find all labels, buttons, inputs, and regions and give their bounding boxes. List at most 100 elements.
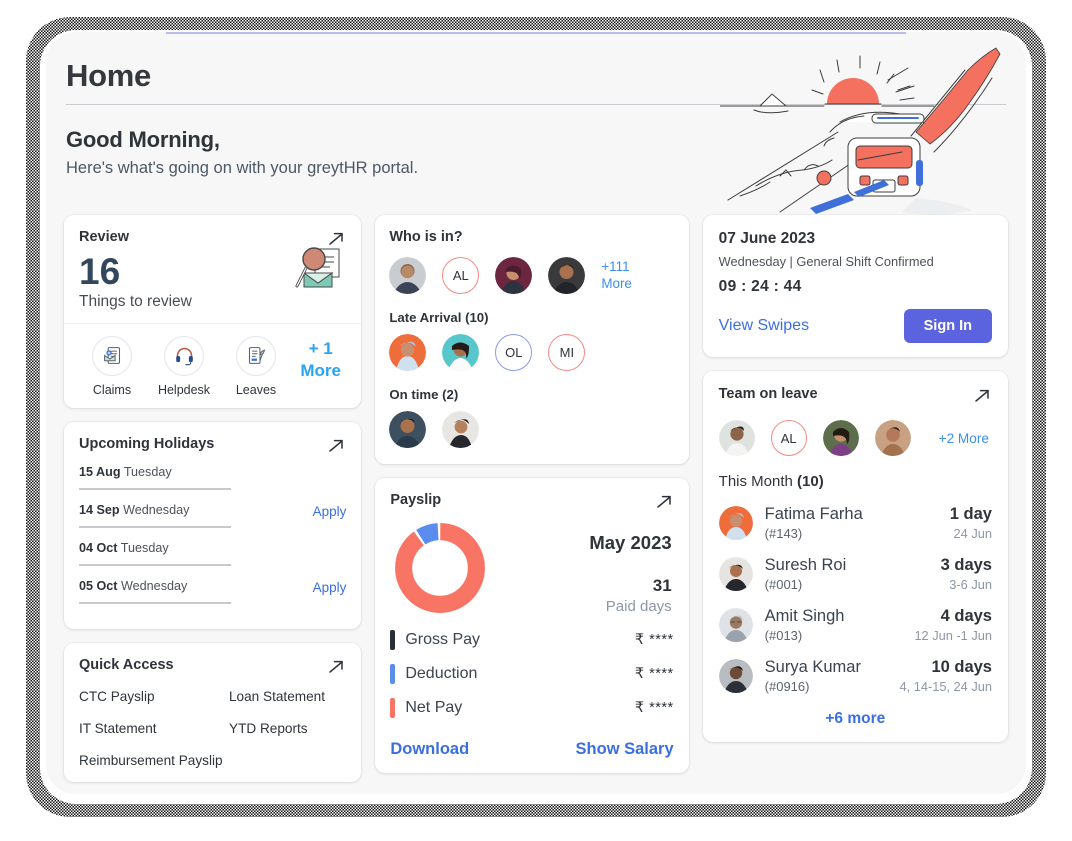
- quick-access-column-right: Loan Statement YTD Reports: [229, 689, 346, 768]
- team-on-leave-header: Team on leave: [719, 386, 992, 406]
- who-is-in-title: Who is in?: [389, 229, 463, 245]
- team-on-leave-month-label: This Month: [718, 473, 793, 490]
- arrow-up-right-icon[interactable]: [326, 436, 346, 456]
- team-on-leave-month-count: (10): [797, 473, 824, 490]
- team-on-leave-dates: 4, 14-15, 24 Jun: [899, 679, 992, 694]
- panel-top-accent: [166, 32, 906, 34]
- review-more-count: + 1: [308, 338, 333, 358]
- team-on-leave-row[interactable]: Fatima Farha (#143) 1 day 24 Jun: [718, 505, 992, 541]
- holiday-day-value: Tuesday: [120, 540, 169, 555]
- team-on-leave-row[interactable]: Surya Kumar (#0916) 10 days 4, 14-15, 24…: [718, 658, 992, 694]
- legend-swatch-gross-pay: [390, 630, 396, 650]
- team-on-leave-duration: 4 days 12 Jun -1 Jun: [914, 607, 992, 643]
- review-card: Review 16 Things to review Claims Helpde…: [64, 215, 362, 408]
- team-on-leave-dates: 3-6 Jun: [949, 577, 992, 592]
- who-is-in-more-link[interactable]: +111 More: [601, 259, 632, 293]
- download-link[interactable]: Download: [390, 740, 469, 759]
- shortcut-claims[interactable]: Claims: [76, 335, 148, 397]
- team-on-leave-name: Suresh Roi: [764, 556, 847, 575]
- team-on-leave-more-link[interactable]: +2 More: [939, 431, 989, 446]
- review-card-top: Review 16 Things to review: [64, 215, 361, 323]
- avatar[interactable]: [718, 420, 755, 456]
- review-more-button[interactable]: + 1 More: [292, 336, 349, 383]
- avatar: [718, 506, 753, 540]
- quick-access-link-ctc-payslip[interactable]: CTC Payslip: [79, 689, 229, 704]
- quick-access-link-loan-statement[interactable]: Loan Statement: [229, 689, 346, 704]
- upcoming-holidays-list: 15 Aug Tuesday 14 Sep Wednesday Apply 04…: [79, 465, 346, 617]
- quick-access-link-it-statement[interactable]: IT Statement: [79, 721, 229, 736]
- holiday-apply-3[interactable]: Apply: [313, 579, 347, 595]
- claims-icon: [92, 335, 132, 376]
- holiday-date-1: 14 Sep Wednesday: [79, 503, 231, 517]
- legend-swatch-deduction: [390, 664, 396, 684]
- holiday-row: 14 Sep Wednesday Apply: [79, 503, 346, 541]
- team-on-leave-row[interactable]: Suresh Roi (#001) 3 days 3-6 Jun: [718, 556, 992, 592]
- on-time-label: On time (2): [389, 387, 459, 402]
- screenshot-root: Home Good Morning, Here's what's going o…: [0, 0, 1072, 841]
- avatar[interactable]: [389, 411, 427, 448]
- arrow-up-right-icon[interactable]: [972, 386, 992, 406]
- payslip-summary: May 2023 31 Paid days: [488, 520, 673, 616]
- shortcut-helpdesk-label: Helpdesk: [157, 382, 211, 397]
- team-on-leave-person: Surya Kumar (#0916): [765, 658, 900, 693]
- avatar[interactable]: [548, 257, 586, 294]
- avatar[interactable]: [389, 334, 427, 371]
- team-on-leave-name: Amit Singh: [764, 607, 845, 626]
- payslip-header: Payslip: [390, 492, 673, 512]
- magnifier-envelope-icon: [289, 245, 347, 297]
- payslip-value-net-pay: ₹ ****: [634, 700, 674, 716]
- avatar-initials[interactable]: AL: [770, 420, 807, 456]
- avatar-initials[interactable]: OL: [495, 334, 533, 371]
- quick-access-link-reimbursement-payslip[interactable]: Reimbursement Payslip: [79, 753, 229, 768]
- shortcut-helpdesk[interactable]: Helpdesk: [148, 335, 220, 397]
- dashboard-grid: Review 16 Things to review Claims Helpde…: [64, 215, 1008, 782]
- shortcut-claims-label: Claims: [92, 382, 132, 397]
- team-on-leave-card: Team on leave AL +2 More This Month (10)…: [702, 371, 1008, 742]
- quick-access-title: Quick Access: [79, 656, 174, 673]
- avatar[interactable]: [442, 334, 480, 371]
- team-on-leave-duration: 10 days 4, 14-15, 24 Jun: [899, 658, 992, 694]
- sign-in-button[interactable]: Sign In: [903, 309, 992, 343]
- attendance-footer: View Swipes Sign In: [719, 309, 992, 343]
- team-on-leave-duration: 3 days 3-6 Jun: [941, 556, 992, 592]
- shortcut-leaves[interactable]: Leaves: [220, 335, 292, 397]
- on-time-avatars: [389, 411, 674, 448]
- holiday-apply-1[interactable]: Apply: [313, 503, 347, 519]
- attendance-timer: 09 : 24 : 44: [718, 278, 802, 295]
- avatar-initials[interactable]: MI: [548, 334, 586, 371]
- avatar[interactable]: [874, 420, 911, 456]
- payslip-donut-chart: [392, 520, 488, 616]
- team-on-leave-person: Amit Singh (#013): [765, 607, 915, 642]
- who-is-in-top-avatars: AL +111 More: [389, 257, 674, 294]
- payslip-card: Payslip May 2023 31 Paid days Gross Pay …: [375, 478, 689, 773]
- avatar-initials[interactable]: AL: [442, 257, 480, 294]
- quick-access-column-left: CTC Payslip IT Statement Reimbursement P…: [79, 689, 229, 768]
- team-on-leave-days: 1 day: [949, 505, 992, 523]
- holiday-row: 04 Oct Tuesday: [79, 541, 346, 579]
- team-on-leave-person: Fatima Farha (#143): [765, 505, 950, 540]
- team-on-leave-more-button[interactable]: +6 more: [825, 710, 885, 727]
- team-on-leave-days: 10 days: [931, 658, 992, 676]
- show-salary-link[interactable]: Show Salary: [576, 740, 674, 759]
- avatar[interactable]: [442, 411, 480, 448]
- arrow-up-right-icon[interactable]: [326, 657, 346, 677]
- attendance-card: 07 June 2023 Wednesday | General Shift C…: [702, 215, 1008, 357]
- avatar[interactable]: [495, 257, 533, 294]
- team-on-leave-id: (#001): [764, 576, 803, 592]
- app-panel: Home Good Morning, Here's what's going o…: [46, 32, 1026, 794]
- upcoming-holidays-title: Upcoming Holidays: [79, 435, 215, 452]
- late-arrival-label: Late Arrival (10): [389, 310, 489, 325]
- team-on-leave-id: (#0916): [764, 678, 810, 694]
- holiday-row: 05 Oct Wednesday Apply: [79, 579, 346, 617]
- payslip-row-deduction: Deduction ₹ ****: [390, 664, 673, 684]
- avatar[interactable]: [822, 420, 859, 456]
- team-on-leave-row[interactable]: Amit Singh (#013) 4 days 12 Jun -1 Jun: [718, 607, 992, 643]
- payslip-body: May 2023 31 Paid days: [390, 520, 673, 616]
- holiday-date-3: 05 Oct Wednesday: [79, 579, 231, 593]
- leaves-document-icon: [236, 335, 276, 376]
- avatar[interactable]: [389, 257, 427, 294]
- view-swipes-link[interactable]: View Swipes: [719, 317, 809, 335]
- payslip-paid-days-label: Paid days: [605, 598, 672, 615]
- arrow-up-right-icon[interactable]: [654, 492, 674, 512]
- quick-access-link-ytd-reports[interactable]: YTD Reports: [229, 721, 346, 736]
